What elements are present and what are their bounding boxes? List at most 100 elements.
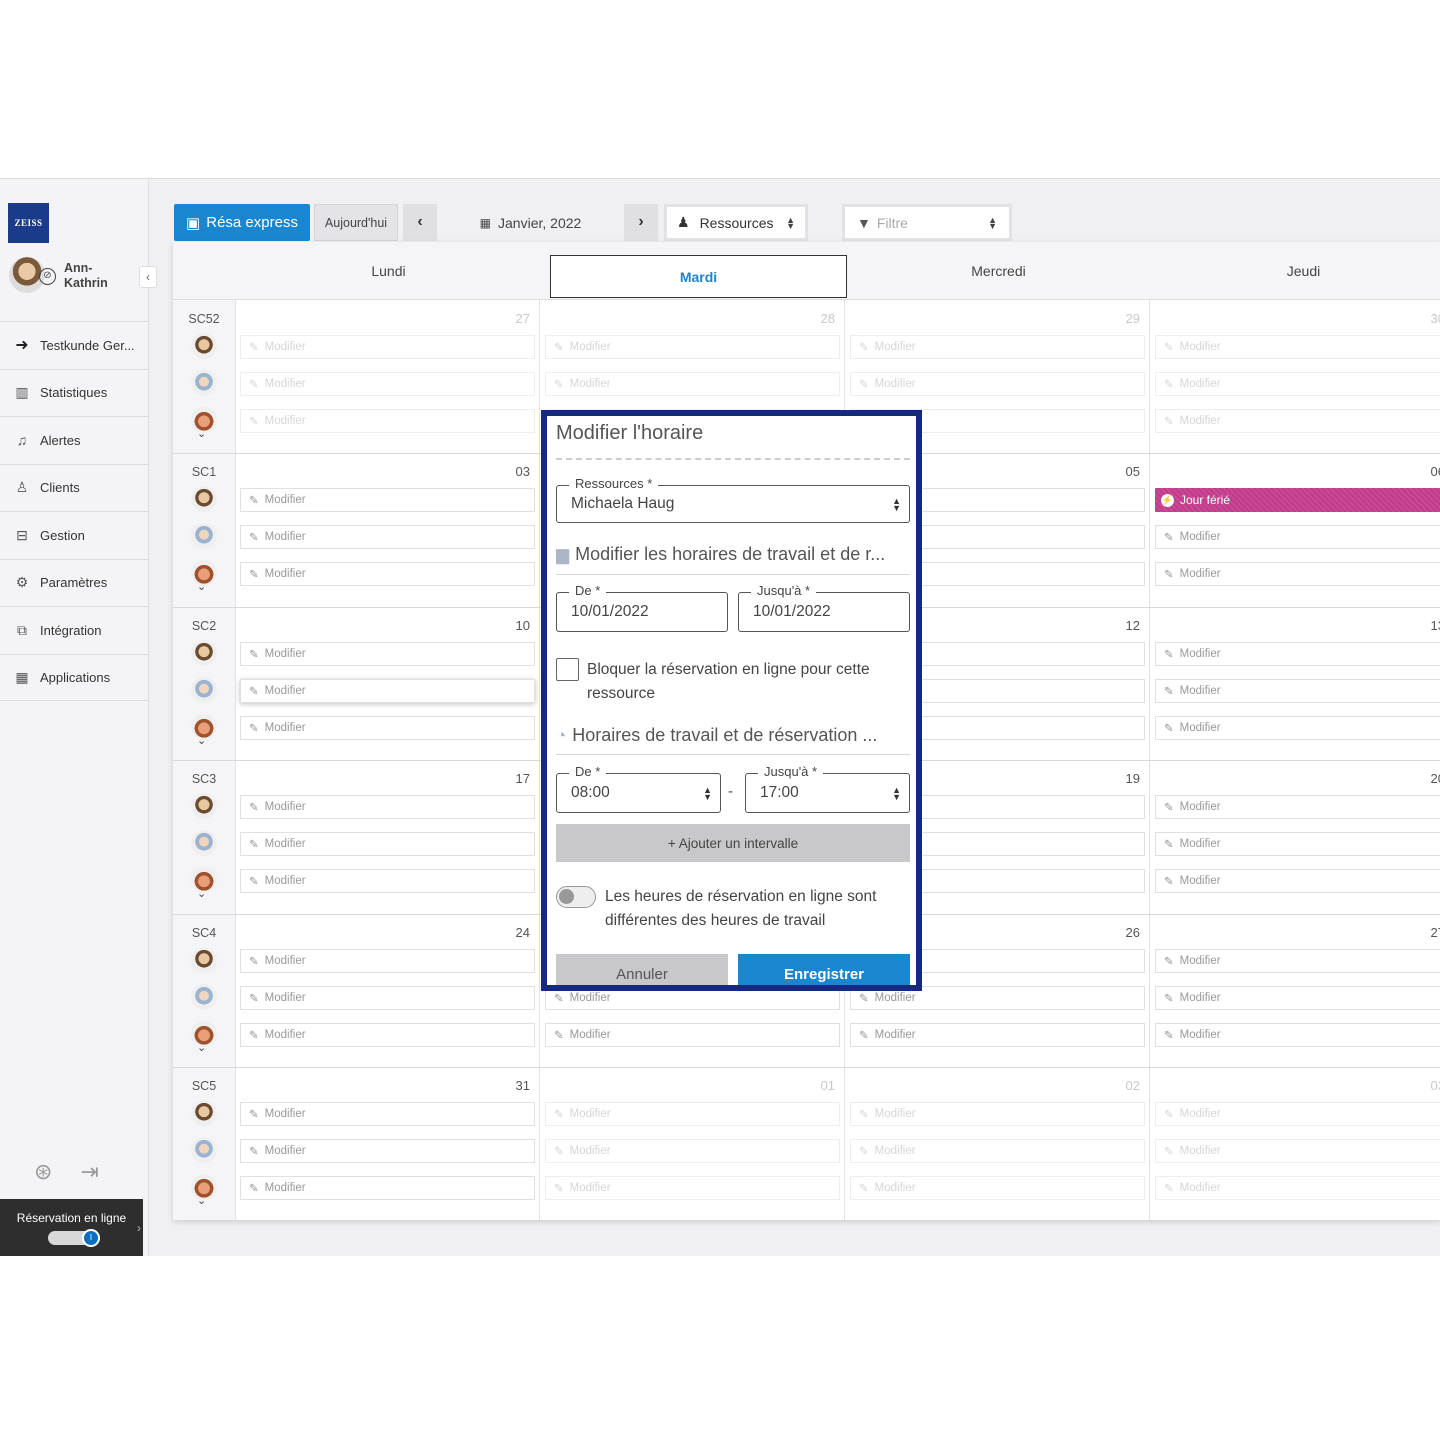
modify-slot-button[interactable]: ✎ Modifier <box>240 949 535 973</box>
modify-slot-button[interactable]: ✎ Modifier <box>850 1139 1145 1163</box>
modify-slot-button[interactable]: ✎ Modifier <box>1155 642 1440 666</box>
modify-slot-button[interactable]: ✎ Modifier <box>545 372 840 396</box>
day-header-mardi[interactable]: Mardi <box>550 255 847 298</box>
resource-avatar[interactable] <box>191 333 217 359</box>
modify-slot-button[interactable]: ✎ Modifier <box>240 409 535 433</box>
modify-slot-button[interactable]: ✎ Modifier <box>1155 795 1440 819</box>
modify-slot-button[interactable]: ✎ Modifier <box>1155 1102 1440 1126</box>
chevron-down-icon[interactable]: ⌄ <box>197 734 206 747</box>
sidebar-item-integration[interactable]: ⧉ Intégration <box>0 606 148 654</box>
sidebar-item-alertes[interactable]: ♫ Alertes <box>0 416 148 464</box>
from-date-field[interactable]: De * 10/01/2022 <box>556 583 728 632</box>
resource-avatar[interactable] <box>191 486 217 512</box>
modify-slot-button[interactable]: ✎ Modifier <box>1155 716 1440 740</box>
today-button[interactable]: Aujourd'hui <box>314 204 398 241</box>
user-profile[interactable]: ⊘ Ann- Kathrin <box>9 257 144 301</box>
modify-slot-button[interactable]: ✎ Modifier <box>240 372 535 396</box>
modify-slot-button[interactable]: ✎ Modifier <box>240 488 535 512</box>
modify-slot-button[interactable]: ✎ Modifier <box>1155 949 1440 973</box>
online-booking-toggle[interactable]: I <box>48 1229 100 1247</box>
modify-slot-button[interactable]: ✎ Modifier <box>240 642 535 666</box>
online-hours-toggle[interactable] <box>556 886 596 908</box>
from-time-select[interactable]: De * 08:00 ▲ ▼ <box>556 764 721 813</box>
modify-slot-button[interactable]: ✎ Modifier <box>240 795 535 819</box>
resource-avatar[interactable] <box>191 370 217 396</box>
resources-select[interactable]: ♟ Ressources ▲ ▼ <box>664 204 808 241</box>
resource-avatar[interactable] <box>191 793 217 819</box>
modify-slot-button[interactable]: ✎ Modifier <box>1155 869 1440 893</box>
resource-avatar[interactable] <box>191 523 217 549</box>
modify-slot-button[interactable]: ✎ Modifier <box>1155 679 1440 703</box>
modify-slot-button[interactable]: ✎ Modifier <box>1155 1176 1440 1200</box>
chevron-left-icon[interactable]: ‹ <box>403 204 437 241</box>
chevron-down-icon[interactable]: ⌄ <box>197 1041 206 1054</box>
chevron-down-icon[interactable]: ⌄ <box>197 580 206 593</box>
modify-slot-button[interactable]: ✎ Modifier <box>240 1023 535 1047</box>
modify-slot-button[interactable]: ✎ Modifier <box>545 1102 840 1126</box>
modify-slot-button[interactable]: ✎ Modifier <box>240 1139 535 1163</box>
modify-slot-button[interactable]: ✎ Modifier <box>240 1102 535 1126</box>
modify-slot-button[interactable]: ✎ Modifier <box>1155 1023 1440 1047</box>
resource-avatar[interactable] <box>191 984 217 1010</box>
modify-slot-button[interactable]: ✎ Modifier <box>240 335 535 359</box>
help-lifebuoy-icon[interactable]: ⊛ <box>34 1159 52 1185</box>
month-display[interactable]: ▦ Janvier, 2022 <box>437 204 624 241</box>
collapse-sidebar-button[interactable]: ‹ <box>139 266 157 288</box>
day-header-mercredi[interactable]: Mercredi <box>847 242 1150 300</box>
sidebar-item-applications[interactable]: ▦ Applications <box>0 653 148 701</box>
modify-slot-button[interactable]: ✎ Modifier <box>850 335 1145 359</box>
resource-avatar[interactable] <box>191 947 217 973</box>
modify-slot-button[interactable]: ✎ Modifier <box>1155 562 1440 586</box>
modify-slot-button[interactable]: ✎ Modifier <box>1155 372 1440 396</box>
modify-slot-button[interactable]: ✎ Modifier <box>240 679 535 703</box>
resource-avatar[interactable] <box>191 1137 217 1163</box>
modify-slot-button[interactable]: ✎ Modifier <box>240 986 535 1010</box>
modify-slot-button[interactable]: ✎ Modifier <box>850 372 1145 396</box>
to-time-select[interactable]: Jusqu'à * 17:00 ▲ ▼ <box>745 764 910 813</box>
filter-select[interactable]: ▼ Filtre ▲ ▼ <box>842 204 1012 241</box>
modify-slot-button[interactable]: ✎ Modifier <box>240 1176 535 1200</box>
sidebar-item-parametres[interactable]: ⚙ Paramètres <box>0 558 148 607</box>
modify-slot-button[interactable]: ✎ Modifier <box>850 1023 1145 1047</box>
modify-slot-button[interactable]: ✎ Modifier <box>545 1023 840 1047</box>
add-interval-button[interactable]: + Ajouter un intervalle <box>556 824 910 862</box>
modify-slot-button[interactable]: ✎ Modifier <box>1155 409 1440 433</box>
modify-slot-button[interactable]: ✎ Modifier <box>1155 832 1440 856</box>
logout-icon[interactable]: ⇥ <box>80 1159 98 1185</box>
modify-slot-button[interactable]: ✎ Modifier <box>1155 986 1440 1010</box>
cancel-button[interactable]: Annuler <box>556 954 728 985</box>
modify-slot-button[interactable]: ✎ Modifier <box>240 869 535 893</box>
resource-avatar[interactable] <box>191 830 217 856</box>
modify-slot-button[interactable]: ✎ Modifier <box>240 525 535 549</box>
express-booking-button[interactable]: ▣ Résa express <box>174 204 310 241</box>
save-button[interactable]: Enregistrer <box>738 954 910 985</box>
resource-avatar[interactable] <box>191 640 217 666</box>
chevron-down-icon[interactable]: ⌄ <box>197 1194 206 1207</box>
modify-slot-button[interactable]: ✎ Modifier <box>1155 525 1440 549</box>
sidebar-item-testkunde[interactable]: ➜ Testkunde Ger... <box>0 321 148 369</box>
to-date-field[interactable]: Jusqu'à * 10/01/2022 <box>738 583 910 632</box>
chevron-right-icon[interactable]: › <box>624 204 658 241</box>
chevron-down-icon[interactable]: ⌄ <box>197 427 206 440</box>
modify-slot-button[interactable]: ✎ Modifier <box>1155 335 1440 359</box>
chevron-right-icon[interactable]: › <box>137 1221 141 1235</box>
modify-slot-button[interactable]: ✎ Modifier <box>545 335 840 359</box>
block-online-checkbox[interactable] <box>556 658 579 681</box>
chevron-down-icon[interactable]: ⌄ <box>197 887 206 900</box>
compass-icon[interactable]: ⊘ <box>39 268 56 285</box>
modify-slot-button[interactable]: ✎ Modifier <box>850 1176 1145 1200</box>
resource-avatar[interactable] <box>191 677 217 703</box>
day-header-lundi[interactable]: Lundi <box>237 242 540 300</box>
sidebar-item-gestion[interactable]: ⊟ Gestion <box>0 511 148 559</box>
modify-slot-button[interactable]: ✎ Modifier <box>1155 1139 1440 1163</box>
modify-slot-button[interactable]: ✎ Modifier <box>240 716 535 740</box>
modify-slot-button[interactable]: ✎ Modifier <box>545 1139 840 1163</box>
modify-slot-button[interactable]: ✎ Modifier <box>545 1176 840 1200</box>
modify-slot-button[interactable]: ✎ Modifier <box>850 1102 1145 1126</box>
modify-slot-button[interactable]: ✎ Modifier <box>240 832 535 856</box>
modify-slot-button[interactable]: ✎ Modifier <box>240 562 535 586</box>
day-header-jeudi[interactable]: Jeudi <box>1152 242 1440 300</box>
sidebar-item-statistiques[interactable]: ▥ Statistiques <box>0 368 148 417</box>
resource-select[interactable]: Ressources * Michaela Haug ▲ ▼ <box>556 476 910 523</box>
sidebar-item-clients[interactable]: ♙ Clients <box>0 463 148 512</box>
